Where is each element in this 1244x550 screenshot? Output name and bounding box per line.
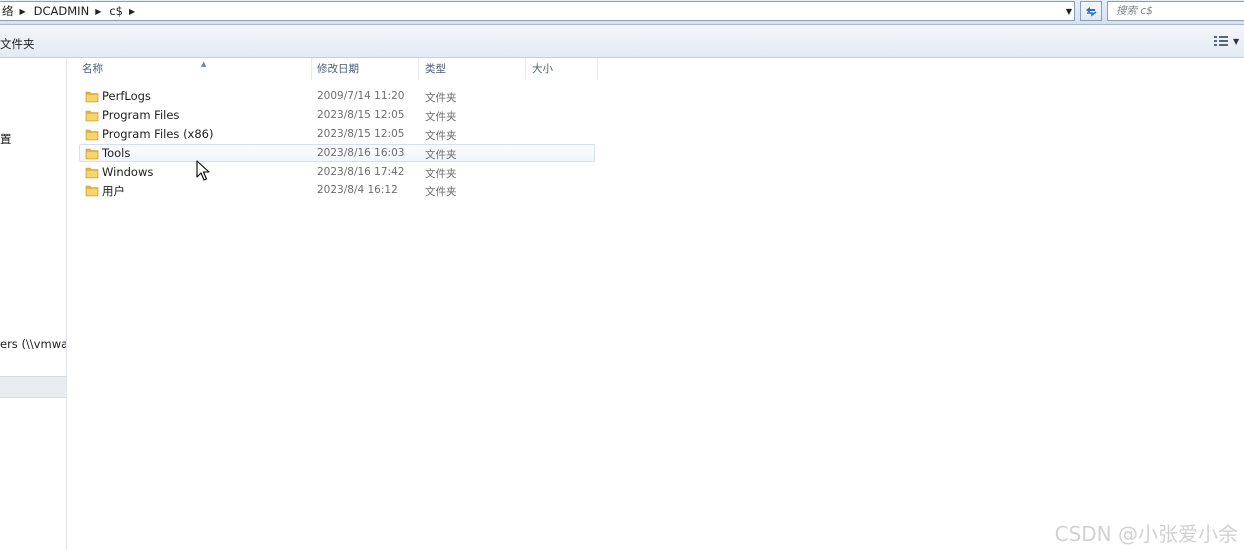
folder-icon [85,91,99,103]
file-row[interactable]: PerfLogs 2009/7/14 11:20 文件夹 [79,87,595,105]
file-row[interactable]: Windows 2023/8/16 17:42 文件夹 [79,163,595,181]
file-date: 2023/8/16 16:03 [317,147,405,159]
view-options-button[interactable]: ▼ [1214,34,1244,48]
file-type: 文件夹 [425,130,457,142]
address-bar: 络 ▶ DCADMIN ▶ c$ ▶ ▼ [0,0,1244,25]
nav-item[interactable]: 置 [0,131,12,147]
column-name-label: 名称 [82,63,103,75]
refresh-button[interactable] [1080,1,1102,21]
file-list[interactable]: 名称 ▲ 修改日期 类型 大小 PerfLogs 2009/7/14 11:20… [67,58,1244,550]
sort-ascending-icon: ▲ [201,60,207,68]
command-bar: 文件夹 ▼ [0,25,1244,58]
search-box[interactable] [1107,1,1244,21]
file-name: 用户 [102,184,125,198]
column-header-size[interactable]: 大小 [526,58,598,80]
file-date: 2023/8/16 17:42 [317,166,405,178]
refresh-icon [1086,7,1097,17]
breadcrumb-dcadmin[interactable]: DCADMIN [32,4,94,18]
column-size-label: 大小 [532,63,553,75]
chevron-down-icon[interactable]: ▼ [1233,37,1239,46]
column-header-name[interactable]: 名称 ▲ [76,58,312,80]
file-row[interactable]: 用户 2023/8/4 16:12 文件夹 [79,181,595,199]
folder-icon [85,185,99,197]
file-type: 文件夹 [425,111,457,123]
breadcrumb-share[interactable]: c$ [107,4,127,18]
file-type: 文件夹 [425,92,457,104]
file-date: 2009/7/14 11:20 [317,90,405,102]
file-type: 文件夹 [425,186,457,198]
mouse-cursor-icon [196,160,210,181]
column-date-label: 修改日期 [317,63,359,75]
breadcrumb-network[interactable]: 络 [0,3,18,19]
folder-icon [85,110,99,122]
chevron-right-icon[interactable]: ▶ [93,7,107,16]
navigation-pane[interactable]: 置 ers (\\vmwar [0,58,67,550]
watermark: CSDN @小张爱小余 [1054,522,1238,546]
column-header-date[interactable]: 修改日期 [311,58,419,80]
breadcrumb[interactable]: 络 ▶ DCADMIN ▶ c$ ▶ [0,1,1075,21]
file-date: 2023/8/4 16:12 [317,184,398,196]
file-name: Program Files [102,108,180,122]
file-name: PerfLogs [102,89,151,103]
chevron-right-icon[interactable]: ▶ [127,7,141,16]
new-folder-button[interactable]: 文件夹 [0,36,35,52]
file-row[interactable]: Program Files (x86) 2023/8/15 12:05 文件夹 [79,125,595,143]
file-type: 文件夹 [425,149,457,161]
file-name: Windows [102,165,154,179]
file-type: 文件夹 [425,168,457,180]
folder-icon [85,167,99,179]
file-date: 2023/8/15 12:05 [317,128,405,140]
view-options-icon [1214,36,1228,46]
nav-item-selected[interactable] [0,376,66,398]
search-input[interactable] [1108,4,1244,18]
column-header-type[interactable]: 类型 [419,58,526,80]
file-row[interactable]: Program Files 2023/8/15 12:05 文件夹 [79,106,595,124]
file-date: 2023/8/15 12:05 [317,109,405,121]
folder-icon [85,129,99,141]
file-row-hovered[interactable]: Tools 2023/8/16 16:03 文件夹 [79,144,595,162]
address-dropdown-icon[interactable]: ▼ [1062,1,1076,21]
file-name: Program Files (x86) [102,127,214,141]
file-name: Tools [102,146,131,160]
nav-item-vmware-share[interactable]: ers (\\vmwar [0,337,66,351]
column-type-label: 类型 [425,63,446,75]
folder-icon [85,148,99,160]
chevron-right-icon[interactable]: ▶ [18,7,32,16]
